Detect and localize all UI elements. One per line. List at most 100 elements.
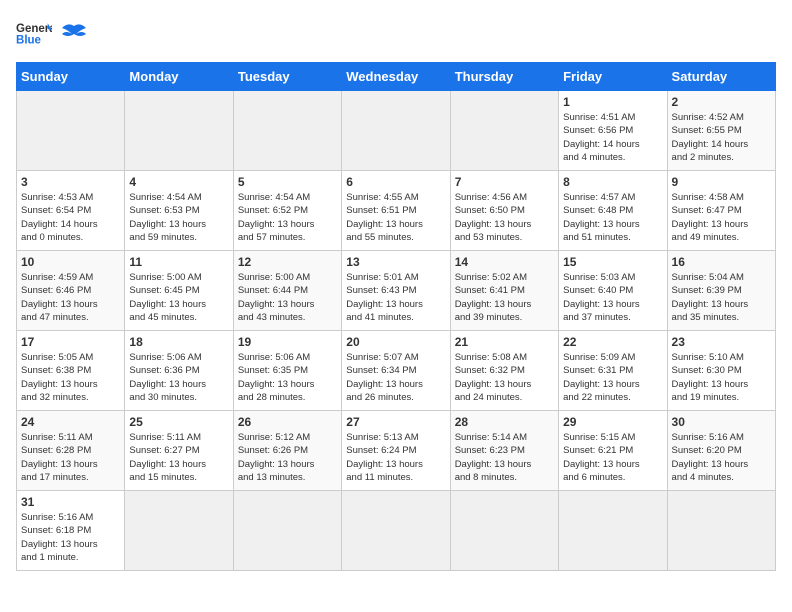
- day-info: Sunrise: 5:06 AM Sunset: 6:35 PM Dayligh…: [238, 351, 337, 404]
- day-number: 8: [563, 175, 662, 189]
- day-info: Sunrise: 5:00 AM Sunset: 6:45 PM Dayligh…: [129, 271, 228, 324]
- calendar-cell: 3 Sunrise: 4:53 AM Sunset: 6:54 PM Daylig…: [17, 171, 125, 251]
- day-number: 17: [21, 335, 120, 349]
- day-info: Sunrise: 5:04 AM Sunset: 6:39 PM Dayligh…: [672, 271, 771, 324]
- day-info: Sunrise: 5:15 AM Sunset: 6:21 PM Dayligh…: [563, 431, 662, 484]
- day-info: Sunrise: 4:54 AM Sunset: 6:53 PM Dayligh…: [129, 191, 228, 244]
- day-info: Sunrise: 4:57 AM Sunset: 6:48 PM Dayligh…: [563, 191, 662, 244]
- calendar-cell: 8 Sunrise: 4:57 AM Sunset: 6:48 PM Daylig…: [559, 171, 667, 251]
- calendar-table: SundayMondayTuesdayWednesdayThursdayFrid…: [16, 62, 776, 571]
- calendar-cell: 16 Sunrise: 5:04 AM Sunset: 6:39 PM Dayli…: [667, 251, 775, 331]
- calendar-cell: [233, 491, 341, 571]
- day-number: 16: [672, 255, 771, 269]
- day-number: 11: [129, 255, 228, 269]
- day-number: 28: [455, 415, 554, 429]
- day-number: 24: [21, 415, 120, 429]
- day-number: 15: [563, 255, 662, 269]
- calendar-cell: 4 Sunrise: 4:54 AM Sunset: 6:53 PM Daylig…: [125, 171, 233, 251]
- day-info: Sunrise: 5:02 AM Sunset: 6:41 PM Dayligh…: [455, 271, 554, 324]
- logo-bird-icon: [60, 20, 88, 48]
- day-info: Sunrise: 5:03 AM Sunset: 6:40 PM Dayligh…: [563, 271, 662, 324]
- day-info: Sunrise: 5:16 AM Sunset: 6:20 PM Dayligh…: [672, 431, 771, 484]
- day-number: 29: [563, 415, 662, 429]
- calendar-cell: 2Sunrise: 4:52 AM Sunset: 6:55 PM Daylig…: [667, 91, 775, 171]
- day-info: Sunrise: 5:09 AM Sunset: 6:31 PM Dayligh…: [563, 351, 662, 404]
- day-info: Sunrise: 5:11 AM Sunset: 6:28 PM Dayligh…: [21, 431, 120, 484]
- day-number: 7: [455, 175, 554, 189]
- weekday-header-thursday: Thursday: [450, 63, 558, 91]
- day-number: 31: [21, 495, 120, 509]
- day-info: Sunrise: 4:58 AM Sunset: 6:47 PM Dayligh…: [672, 191, 771, 244]
- weekday-header-saturday: Saturday: [667, 63, 775, 91]
- calendar-cell: 30Sunrise: 5:16 AM Sunset: 6:20 PM Dayli…: [667, 411, 775, 491]
- day-number: 10: [21, 255, 120, 269]
- calendar-cell: 9 Sunrise: 4:58 AM Sunset: 6:47 PM Daylig…: [667, 171, 775, 251]
- calendar-cell: [17, 91, 125, 171]
- calendar-cell: 5 Sunrise: 4:54 AM Sunset: 6:52 PM Daylig…: [233, 171, 341, 251]
- day-number: 1: [563, 95, 662, 109]
- day-number: 18: [129, 335, 228, 349]
- calendar-cell: 13 Sunrise: 5:01 AM Sunset: 6:43 PM Dayli…: [342, 251, 450, 331]
- calendar-cell: [125, 491, 233, 571]
- day-number: 26: [238, 415, 337, 429]
- svg-text:General: General: [16, 23, 52, 35]
- day-info: Sunrise: 4:53 AM Sunset: 6:54 PM Dayligh…: [21, 191, 120, 244]
- day-info: Sunrise: 5:12 AM Sunset: 6:26 PM Dayligh…: [238, 431, 337, 484]
- calendar-cell: [342, 491, 450, 571]
- weekday-header-tuesday: Tuesday: [233, 63, 341, 91]
- calendar-cell: [450, 491, 558, 571]
- weekday-header-wednesday: Wednesday: [342, 63, 450, 91]
- day-info: Sunrise: 5:08 AM Sunset: 6:32 PM Dayligh…: [455, 351, 554, 404]
- calendar-cell: 29 Sunrise: 5:15 AM Sunset: 6:21 PM Dayli…: [559, 411, 667, 491]
- day-info: Sunrise: 5:11 AM Sunset: 6:27 PM Dayligh…: [129, 431, 228, 484]
- calendar-cell: 20Sunrise: 5:07 AM Sunset: 6:34 PM Dayli…: [342, 331, 450, 411]
- day-info: Sunrise: 4:54 AM Sunset: 6:52 PM Dayligh…: [238, 191, 337, 244]
- calendar-cell: 19Sunrise: 5:06 AM Sunset: 6:35 PM Dayli…: [233, 331, 341, 411]
- day-info: Sunrise: 5:16 AM Sunset: 6:18 PM Dayligh…: [21, 511, 120, 564]
- day-info: Sunrise: 5:07 AM Sunset: 6:34 PM Dayligh…: [346, 351, 445, 404]
- day-number: 4: [129, 175, 228, 189]
- calendar-cell: [450, 91, 558, 171]
- day-number: 14: [455, 255, 554, 269]
- calendar-cell: 7Sunrise: 4:56 AM Sunset: 6:50 PM Daylig…: [450, 171, 558, 251]
- day-info: Sunrise: 5:10 AM Sunset: 6:30 PM Dayligh…: [672, 351, 771, 404]
- day-number: 23: [672, 335, 771, 349]
- calendar-cell: 21 Sunrise: 5:08 AM Sunset: 6:32 PM Dayli…: [450, 331, 558, 411]
- day-number: 13: [346, 255, 445, 269]
- calendar-cell: 17 Sunrise: 5:05 AM Sunset: 6:38 PM Dayli…: [17, 331, 125, 411]
- calendar-cell: 24 Sunrise: 5:11 AM Sunset: 6:28 PM Dayli…: [17, 411, 125, 491]
- day-info: Sunrise: 5:01 AM Sunset: 6:43 PM Dayligh…: [346, 271, 445, 324]
- calendar-cell: [125, 91, 233, 171]
- day-info: Sunrise: 4:55 AM Sunset: 6:51 PM Dayligh…: [346, 191, 445, 244]
- header: General Blue: [16, 16, 776, 52]
- weekday-header-monday: Monday: [125, 63, 233, 91]
- day-number: 5: [238, 175, 337, 189]
- day-number: 2: [672, 95, 771, 109]
- calendar-cell: [342, 91, 450, 171]
- weekday-header-sunday: Sunday: [17, 63, 125, 91]
- weekday-header-friday: Friday: [559, 63, 667, 91]
- day-info: Sunrise: 5:00 AM Sunset: 6:44 PM Dayligh…: [238, 271, 337, 324]
- day-info: Sunrise: 4:59 AM Sunset: 6:46 PM Dayligh…: [21, 271, 120, 324]
- calendar-cell: 25 Sunrise: 5:11 AM Sunset: 6:27 PM Dayli…: [125, 411, 233, 491]
- day-number: 6: [346, 175, 445, 189]
- calendar-cell: 6 Sunrise: 4:55 AM Sunset: 6:51 PM Daylig…: [342, 171, 450, 251]
- calendar-cell: [559, 491, 667, 571]
- day-number: 21: [455, 335, 554, 349]
- calendar-cell: 1Sunrise: 4:51 AM Sunset: 6:56 PM Daylig…: [559, 91, 667, 171]
- day-info: Sunrise: 5:13 AM Sunset: 6:24 PM Dayligh…: [346, 431, 445, 484]
- calendar-cell: 15 Sunrise: 5:03 AM Sunset: 6:40 PM Dayli…: [559, 251, 667, 331]
- calendar-cell: 28 Sunrise: 5:14 AM Sunset: 6:23 PM Dayli…: [450, 411, 558, 491]
- calendar-cell: 23 Sunrise: 5:10 AM Sunset: 6:30 PM Dayli…: [667, 331, 775, 411]
- day-info: Sunrise: 5:05 AM Sunset: 6:38 PM Dayligh…: [21, 351, 120, 404]
- day-number: 12: [238, 255, 337, 269]
- day-info: Sunrise: 5:14 AM Sunset: 6:23 PM Dayligh…: [455, 431, 554, 484]
- day-number: 9: [672, 175, 771, 189]
- calendar-cell: 14 Sunrise: 5:02 AM Sunset: 6:41 PM Dayli…: [450, 251, 558, 331]
- day-number: 3: [21, 175, 120, 189]
- calendar-cell: 10 Sunrise: 4:59 AM Sunset: 6:46 PM Dayli…: [17, 251, 125, 331]
- calendar-cell: 12 Sunrise: 5:00 AM Sunset: 6:44 PM Dayli…: [233, 251, 341, 331]
- calendar-cell: 31 Sunrise: 5:16 AM Sunset: 6:18 PM Dayli…: [17, 491, 125, 571]
- day-number: 25: [129, 415, 228, 429]
- calendar-cell: 11 Sunrise: 5:00 AM Sunset: 6:45 PM Dayli…: [125, 251, 233, 331]
